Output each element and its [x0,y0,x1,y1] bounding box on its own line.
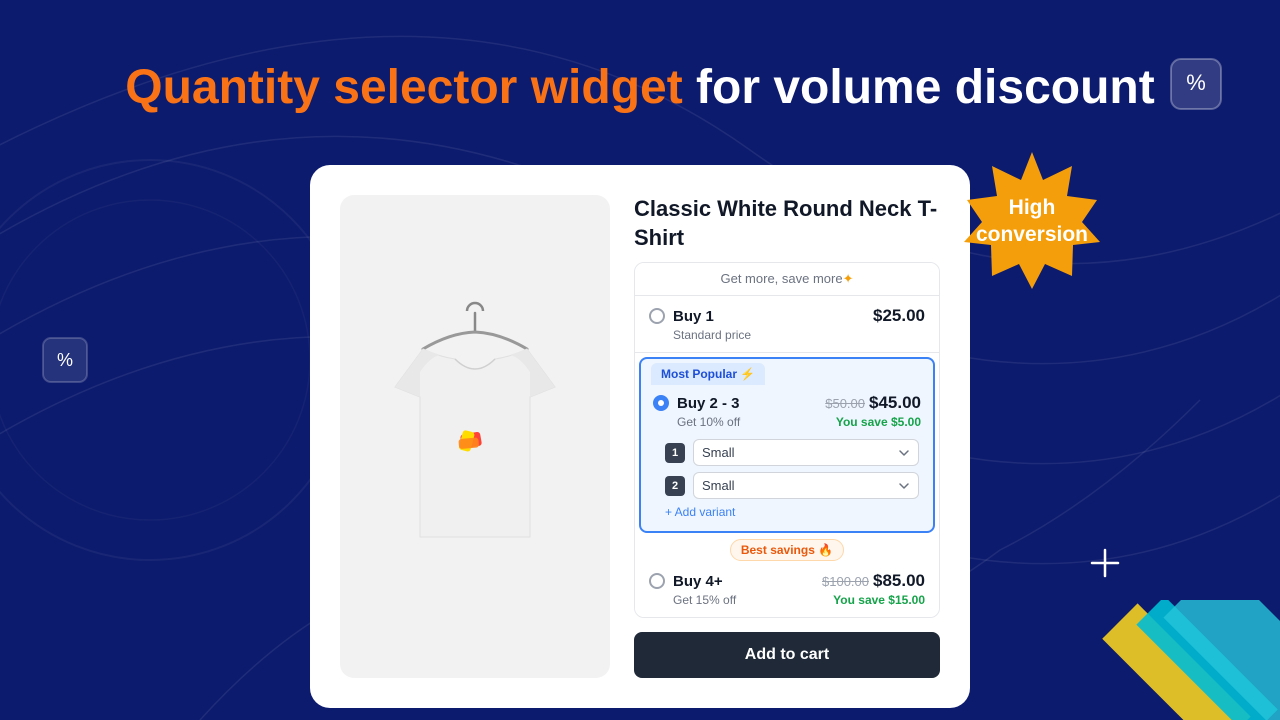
variant-num-2: 2 [665,476,685,496]
buy4-radio[interactable] [649,573,665,589]
most-popular-badge: Most Popular ⚡ [651,363,765,385]
buy4-savings: You save $15.00 [833,593,925,607]
buy4-sub-label: Get 15% off [673,593,736,607]
best-savings-badge: Best savings 🔥 [730,539,844,561]
buy2-3-option[interactable]: Buy 2 - 3 $50.00$45.00 Get 10% off You s… [641,385,933,433]
add-to-cart-button[interactable]: Add to cart [634,632,940,678]
sparkle-icon: ✦ [843,271,854,286]
variant-select-1[interactable]: Small Medium Large [693,439,919,466]
buy1-sub-label: Standard price [673,328,751,342]
buy2-3-sub-label: Get 10% off [677,415,740,429]
best-savings-section: Best savings 🔥 [635,535,939,561]
buy2-3-savings: You save $5.00 [836,415,921,429]
page-header: Quantity selector widget for volume disc… [0,60,1280,115]
svg-text:%: % [57,350,73,370]
product-image [365,297,585,577]
product-title: Classic White Round Neck T-Shirt [634,195,940,252]
buy1-radio[interactable] [649,308,665,324]
left-side-icon: % [40,335,90,385]
buy1-price: $25.00 [873,306,925,326]
title-orange: Quantity selector widget [125,61,682,114]
variants-container: 1 Small Medium Large 2 Small Medium Larg… [641,433,933,531]
buy4-original-price: $100.00 [822,574,869,589]
bottom-bars-decoration [1080,600,1280,720]
top-right-icon: % [1167,55,1225,113]
buy2-3-radio[interactable] [653,395,669,411]
cursor-plus-icon [1090,548,1120,585]
main-product-card: Classic White Round Neck T-Shirt Get mor… [310,165,970,708]
buy4-label: Buy 4+ [673,573,723,590]
widget-header: Get more, save more✦ [635,263,939,296]
buy2-3-price: $50.00$45.00 [825,393,921,413]
variant-row-1: 1 Small Medium Large [665,439,919,466]
svg-text:High: High [1009,196,1056,219]
variant-num-1: 1 [665,443,685,463]
high-conversion-badge: High conversion [960,148,1105,298]
add-variant-link[interactable]: + Add variant [665,505,919,523]
variant-select-2[interactable]: Small Medium Large [693,472,919,499]
buy2-3-original-price: $50.00 [825,396,865,411]
svg-text:%: % [1186,70,1206,95]
svg-text:conversion: conversion [976,223,1088,246]
buy4-option[interactable]: Buy 4+ $100.00$85.00 Get 15% off You sav… [635,561,939,617]
discount-widget: Get more, save more✦ Buy 1 $25.00 Standa… [634,262,940,618]
buy2-3-label: Buy 2 - 3 [677,395,740,412]
buy4-price: $100.00$85.00 [822,571,925,591]
variant-row-2: 2 Small Medium Large [665,472,919,499]
title-white: for volume discount [696,61,1155,114]
product-image-container [340,195,610,678]
widget-header-text: Get more, save more [720,271,842,286]
buy1-label: Buy 1 [673,308,714,325]
buy1-option[interactable]: Buy 1 $25.00 Standard price [635,296,939,353]
product-details: Classic White Round Neck T-Shirt Get mor… [634,195,940,678]
